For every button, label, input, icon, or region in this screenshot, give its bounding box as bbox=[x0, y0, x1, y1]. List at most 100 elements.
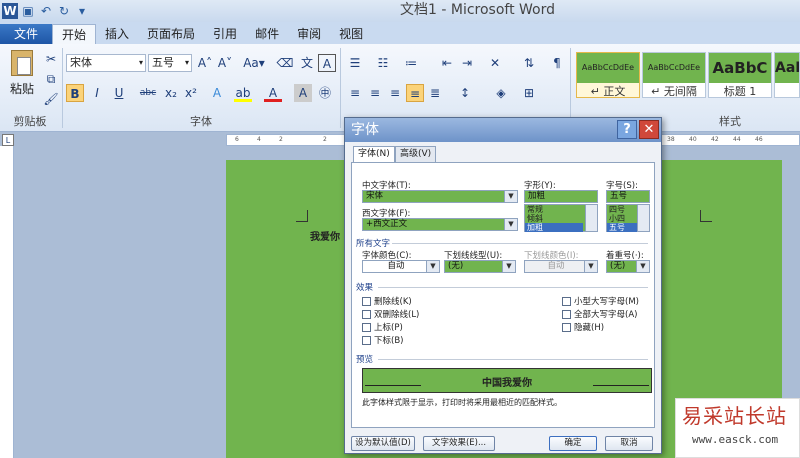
decrease-indent-icon[interactable]: ⇤ bbox=[438, 54, 456, 72]
paste-icon bbox=[11, 50, 33, 76]
cut-icon[interactable]: ✂ bbox=[42, 50, 60, 68]
multilevel-list-icon[interactable]: ≔ bbox=[402, 54, 420, 72]
strikethrough-checkbox[interactable]: 删除线(K) bbox=[362, 295, 412, 307]
center-icon[interactable]: ≡ bbox=[366, 84, 384, 102]
tab-font[interactable]: 字体(N) bbox=[353, 146, 395, 163]
style-normal[interactable]: AaBbCcDdEe ↵ 正文 bbox=[576, 52, 640, 98]
shrink-font-icon[interactable]: A˅ bbox=[216, 54, 234, 72]
enclose-characters-icon[interactable]: ㊥ bbox=[316, 84, 334, 102]
western-font-select[interactable]: +西文正文 ▼ bbox=[362, 218, 518, 231]
chinese-font-select[interactable]: 宋体 ▼ bbox=[362, 190, 518, 203]
set-default-button[interactable]: 设为默认值(D) bbox=[351, 436, 415, 451]
font-color-icon[interactable]: A bbox=[264, 84, 282, 102]
customize-qat-icon[interactable]: ▾ bbox=[74, 3, 90, 19]
section-divider bbox=[378, 359, 648, 360]
document-text[interactable]: 我爱你 bbox=[310, 228, 340, 243]
checkbox-label: 隐藏(H) bbox=[574, 323, 605, 333]
format-painter-icon[interactable]: 🖌 bbox=[42, 90, 60, 108]
checkbox-box[interactable] bbox=[362, 296, 371, 306]
checkbox-box[interactable] bbox=[362, 309, 371, 319]
undo-icon[interactable]: ↶ bbox=[38, 3, 54, 19]
bullets-icon[interactable]: ☰ bbox=[346, 54, 364, 72]
phonetic-guide-icon[interactable]: 文 bbox=[298, 54, 316, 72]
character-border-icon[interactable]: A bbox=[318, 54, 336, 72]
borders-icon[interactable]: ⊞ bbox=[520, 84, 538, 102]
size-list[interactable]: 四号 小四 五号 bbox=[606, 204, 650, 232]
strikethrough-icon[interactable]: abc bbox=[136, 84, 160, 102]
tab-mailings[interactable]: 邮件 bbox=[246, 24, 288, 44]
style-no-spacing[interactable]: AaBbCcDdEe ↵ 无间隔 bbox=[642, 52, 706, 98]
font-size-combo[interactable]: 五号 ▾ bbox=[148, 54, 192, 72]
style-list[interactable]: 常规 倾斜 加粗 bbox=[524, 204, 598, 232]
increase-indent-icon[interactable]: ⇥ bbox=[458, 54, 476, 72]
sort-icon[interactable]: ⇅ bbox=[520, 54, 538, 72]
superscript-checkbox[interactable]: 上标(P) bbox=[362, 321, 403, 333]
style-input[interactable]: 加粗 bbox=[524, 190, 598, 203]
tab-home[interactable]: 开始 bbox=[52, 24, 97, 44]
grow-font-icon[interactable]: A˄ bbox=[196, 54, 214, 72]
chinese-layout-icon[interactable]: ✕ bbox=[486, 54, 504, 72]
superscript-icon[interactable]: x² bbox=[182, 84, 200, 102]
save-icon[interactable]: ▣ bbox=[20, 3, 36, 19]
emphasis-mark-select[interactable]: (无) ▼ bbox=[606, 260, 650, 273]
tab-references[interactable]: 引用 bbox=[204, 24, 246, 44]
underline-type-select[interactable]: (无) ▼ bbox=[444, 260, 516, 273]
list-scrollbar[interactable] bbox=[637, 205, 649, 231]
line-spacing-icon[interactable]: ↕ bbox=[456, 84, 474, 102]
preview-line bbox=[593, 385, 649, 386]
change-case-icon[interactable]: Aa▾ bbox=[242, 54, 266, 72]
bold-icon[interactable]: B bbox=[66, 84, 84, 102]
subscript-checkbox[interactable]: 下标(B) bbox=[362, 334, 403, 346]
style-heading-2[interactable]: AaBl bbox=[774, 52, 800, 98]
align-left-icon[interactable]: ≡ bbox=[346, 84, 364, 102]
redo-icon[interactable]: ↻ bbox=[56, 3, 72, 19]
style-heading-1[interactable]: AaBbC 标题 1 bbox=[708, 52, 772, 98]
size-input[interactable]: 五号 bbox=[606, 190, 650, 203]
list-item[interactable]: 加粗 bbox=[525, 223, 583, 232]
tab-file[interactable]: 文件 bbox=[0, 24, 52, 44]
show-marks-icon[interactable]: ¶ bbox=[548, 54, 566, 72]
paste-button[interactable]: 粘贴 bbox=[6, 48, 38, 104]
small-caps-checkbox[interactable]: 小型大写字母(M) bbox=[562, 295, 639, 307]
tab-insert[interactable]: 插入 bbox=[96, 24, 138, 44]
double-strikethrough-checkbox[interactable]: 双删除线(L) bbox=[362, 308, 419, 320]
checkbox-box[interactable] bbox=[362, 335, 371, 345]
highlight-icon[interactable]: ab bbox=[234, 84, 252, 102]
hidden-checkbox[interactable]: 隐藏(H) bbox=[562, 321, 604, 333]
checkbox-box[interactable] bbox=[562, 296, 571, 306]
clear-format-icon[interactable]: ⌫ bbox=[276, 54, 294, 72]
font-color-select[interactable]: 自动 ▼ bbox=[362, 260, 440, 273]
close-icon[interactable]: ✕ bbox=[639, 120, 659, 139]
text-effects-icon[interactable]: A bbox=[208, 84, 226, 102]
numbering-icon[interactable]: ☷ bbox=[374, 54, 392, 72]
tab-page-layout[interactable]: 页面布局 bbox=[138, 24, 204, 44]
vertical-ruler[interactable] bbox=[0, 146, 14, 458]
cancel-button[interactable]: 取消 bbox=[605, 436, 653, 451]
underline-icon[interactable]: U bbox=[110, 84, 128, 102]
group-divider bbox=[570, 48, 571, 128]
shading-icon[interactable]: ◈ bbox=[492, 84, 510, 102]
italic-icon[interactable]: I bbox=[88, 84, 106, 102]
copy-icon[interactable]: ⧉ bbox=[42, 70, 60, 88]
ruler-toggle-icon[interactable]: L bbox=[2, 134, 14, 146]
ok-button[interactable]: 确定 bbox=[549, 436, 597, 451]
tab-advanced[interactable]: 高级(V) bbox=[395, 146, 437, 162]
text-effects-button[interactable]: 文字效果(E)... bbox=[423, 436, 495, 451]
justify-icon[interactable]: ≡ bbox=[406, 84, 424, 102]
subscript-icon[interactable]: x₂ bbox=[162, 84, 180, 102]
character-shading-icon[interactable]: A bbox=[294, 84, 312, 102]
chevron-down-icon: ▾ bbox=[184, 58, 189, 67]
help-icon[interactable]: ? bbox=[617, 120, 637, 139]
tab-review[interactable]: 审阅 bbox=[288, 24, 330, 44]
list-item[interactable]: 五号 bbox=[607, 223, 637, 232]
checkbox-box[interactable] bbox=[562, 309, 571, 319]
align-right-icon[interactable]: ≡ bbox=[386, 84, 404, 102]
distributed-icon[interactable]: ≣ bbox=[426, 84, 444, 102]
list-scrollbar[interactable] bbox=[585, 205, 597, 231]
checkbox-box[interactable] bbox=[362, 322, 371, 332]
checkbox-box[interactable] bbox=[562, 322, 571, 332]
word-logo-icon[interactable]: W bbox=[2, 3, 18, 19]
all-caps-checkbox[interactable]: 全部大写字母(A) bbox=[562, 308, 637, 320]
font-name-combo[interactable]: 宋体 ▾ bbox=[66, 54, 146, 72]
tab-view[interactable]: 视图 bbox=[330, 24, 372, 44]
